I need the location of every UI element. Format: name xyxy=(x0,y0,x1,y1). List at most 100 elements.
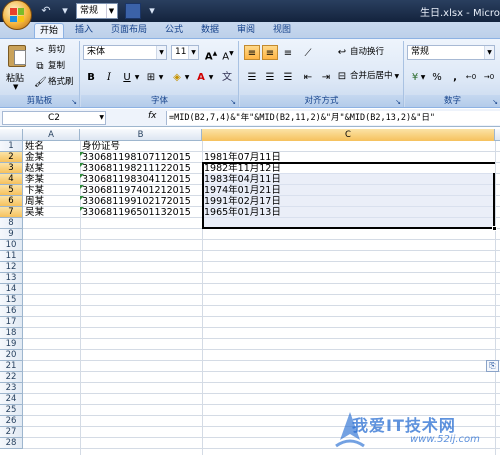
cell-birthday[interactable]: 1983年04月11日 xyxy=(202,174,281,185)
row-header[interactable]: 26 xyxy=(0,416,23,427)
decrease-indent-icon[interactable]: ⇤ xyxy=(300,69,316,84)
fill-handle[interactable] xyxy=(492,226,497,231)
decrease-decimal-icon[interactable]: →0 xyxy=(481,69,497,84)
row-header[interactable]: 2 xyxy=(0,152,23,163)
italic-button[interactable]: I xyxy=(101,69,117,84)
name-box[interactable]: C2 ▼ xyxy=(2,111,106,125)
chevron-down-icon[interactable]: ▼ xyxy=(157,69,165,84)
row-header[interactable]: 22 xyxy=(0,372,23,383)
save-icon[interactable] xyxy=(125,3,141,19)
row-header[interactable]: 28 xyxy=(0,438,23,449)
row-header[interactable]: 19 xyxy=(0,339,23,350)
redo-dropdown-icon[interactable]: ▾ xyxy=(57,3,73,19)
row-header[interactable]: 24 xyxy=(0,394,23,405)
customize-qat-icon[interactable]: ▾ xyxy=(144,3,160,19)
row-header[interactable]: 21 xyxy=(0,361,23,372)
cell-name[interactable]: 金某 xyxy=(23,152,44,163)
row-header[interactable]: 9 xyxy=(0,229,23,240)
row-header[interactable]: 23 xyxy=(0,383,23,394)
percent-button[interactable]: % xyxy=(429,69,445,84)
increase-indent-icon[interactable]: ⇥ xyxy=(318,69,334,84)
align-bottom-icon[interactable]: ≡ xyxy=(280,45,296,60)
dialog-launcher-icon[interactable]: ↘ xyxy=(395,98,401,106)
increase-decimal-icon[interactable]: ←0 xyxy=(463,69,479,84)
cell-id-number[interactable]: 330681198304112015 xyxy=(80,174,191,185)
align-middle-icon[interactable]: ≡ xyxy=(262,45,278,60)
tab-review[interactable]: 审阅 xyxy=(232,23,260,38)
cell-b1[interactable]: 身份证号 xyxy=(80,141,120,152)
formula-input[interactable]: =MID(B2,7,4)&"年"&MID(B2,11,2)&"月"&MID(B2… xyxy=(166,111,500,125)
shrink-font-icon[interactable]: A▼ xyxy=(220,45,236,62)
row-header[interactable]: 27 xyxy=(0,427,23,438)
row-header[interactable]: 1 xyxy=(0,141,23,152)
comma-button[interactable]: , xyxy=(447,69,463,84)
align-center-icon[interactable]: ☰ xyxy=(262,69,278,84)
cell-id-number[interactable]: 330681199102172015 xyxy=(80,196,191,207)
tab-view[interactable]: 视图 xyxy=(268,23,296,38)
row-header[interactable]: 17 xyxy=(0,317,23,328)
cell-name[interactable]: 李某 xyxy=(23,174,44,185)
cell-id-number[interactable]: 330681198107112015 xyxy=(80,152,191,163)
dialog-launcher-icon[interactable]: ↘ xyxy=(230,98,236,106)
row-header[interactable]: 4 xyxy=(0,174,23,185)
row-header[interactable]: 12 xyxy=(0,262,23,273)
row-header[interactable]: 3 xyxy=(0,163,23,174)
dialog-launcher-icon[interactable]: ↘ xyxy=(71,98,77,106)
chevron-down-icon[interactable]: ▼ xyxy=(133,69,141,84)
column-header-c[interactable]: C xyxy=(202,129,495,141)
phonetic-icon[interactable]: 文 xyxy=(219,69,235,84)
insert-function-icon[interactable]: fx xyxy=(148,111,157,121)
number-format-combo[interactable]: 常规 ▼ xyxy=(407,45,495,60)
align-top-icon[interactable]: ≡ xyxy=(244,45,260,60)
dialog-launcher-icon[interactable]: ↘ xyxy=(492,98,498,106)
row-header[interactable]: 6 xyxy=(0,196,23,207)
row-header[interactable]: 5 xyxy=(0,185,23,196)
copy-button[interactable]: ⧉ 复制 xyxy=(34,59,65,74)
row-header[interactable]: 7 xyxy=(0,207,23,218)
align-left-icon[interactable]: ☰ xyxy=(244,69,260,84)
row-header[interactable]: 18 xyxy=(0,328,23,339)
select-all-corner[interactable] xyxy=(0,129,23,141)
align-right-icon[interactable]: ☰ xyxy=(280,69,296,84)
row-header[interactable]: 11 xyxy=(0,251,23,262)
cell-birthday[interactable]: 1981年07月11日 xyxy=(202,152,281,163)
tab-page-layout[interactable]: 页面布局 xyxy=(104,23,154,38)
cell-id-number[interactable]: 330681198211122015 xyxy=(80,163,191,174)
office-button[interactable] xyxy=(2,0,32,30)
tab-insert[interactable]: 插入 xyxy=(70,23,98,38)
tab-data[interactable]: 数据 xyxy=(196,23,224,38)
tab-formulas[interactable]: 公式 xyxy=(160,23,188,38)
row-header[interactable]: 14 xyxy=(0,284,23,295)
row-header[interactable]: 20 xyxy=(0,350,23,361)
row-header[interactable]: 15 xyxy=(0,295,23,306)
chevron-down-icon[interactable]: ▼ xyxy=(207,69,215,84)
style-combo[interactable]: 常规 ▼ xyxy=(76,3,118,19)
paste-options-icon[interactable]: ⎘ xyxy=(486,360,499,372)
cell-name[interactable]: 周某 xyxy=(23,196,44,207)
bold-button[interactable]: B xyxy=(83,69,99,84)
cell-birthday[interactable]: 1991年02月17日 xyxy=(202,196,281,207)
cell-id-number[interactable]: 330681197401212015 xyxy=(80,185,191,196)
cell-name[interactable]: 卞某 xyxy=(23,185,44,196)
orientation-icon[interactable]: ⟋ xyxy=(300,45,316,60)
column-header-b[interactable]: B xyxy=(80,129,202,141)
cell-a1[interactable]: 姓名 xyxy=(23,141,44,152)
cell-birthday[interactable]: 1965年01月13日 xyxy=(202,207,281,218)
cell-id-number[interactable]: 330681196501132015 xyxy=(80,207,191,218)
row-header[interactable]: 25 xyxy=(0,405,23,416)
tab-home[interactable]: 开始 xyxy=(34,23,64,38)
cut-button[interactable]: ✂ 剪切 xyxy=(34,43,65,58)
cell-birthday[interactable]: 1982年11月12日 xyxy=(202,163,281,174)
paste-button[interactable]: 粘贴 ▼ xyxy=(4,43,30,93)
row-header[interactable]: 8 xyxy=(0,218,23,229)
cell-name[interactable]: 赵某 xyxy=(23,163,44,174)
font-name-combo[interactable]: 宋体 ▼ xyxy=(83,45,167,60)
wrap-text-button[interactable]: ↩ 自动换行 xyxy=(336,45,384,60)
row-header[interactable]: 10 xyxy=(0,240,23,251)
row-header[interactable]: 13 xyxy=(0,273,23,284)
undo-icon[interactable]: ↶ xyxy=(38,3,54,19)
cell-birthday[interactable]: 1974年01月21日 xyxy=(202,185,281,196)
column-header-a[interactable]: A xyxy=(23,129,80,141)
font-size-combo[interactable]: 11 ▼ xyxy=(171,45,199,60)
row-header[interactable]: 16 xyxy=(0,306,23,317)
